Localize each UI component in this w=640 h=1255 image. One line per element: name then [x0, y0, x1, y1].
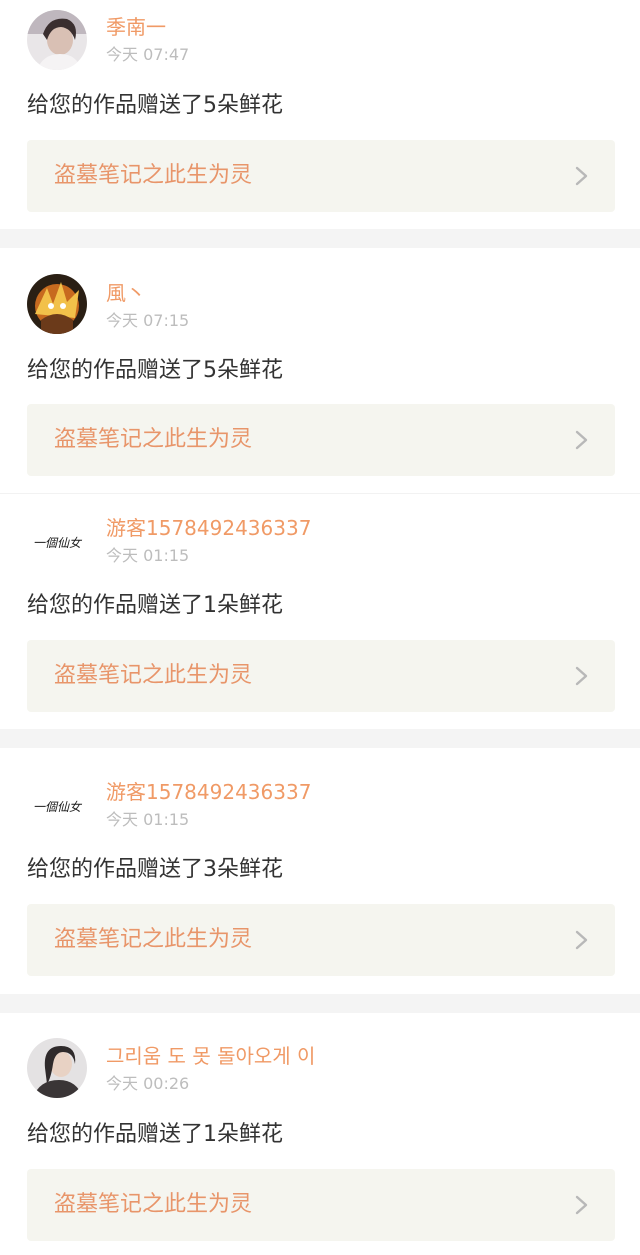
notification-card: 風丶 今天 07:15 给您的作品赠送了5朵鲜花 盗墓笔记之此生为灵: [0, 248, 640, 493]
timestamp: 今天 01:15: [106, 810, 190, 829]
gift-message: 给您的作品赠送了1朵鲜花: [27, 593, 283, 618]
username[interactable]: 游客1578492436337: [106, 779, 311, 805]
avatar[interactable]: 一個仙女: [27, 776, 87, 836]
gift-message: 给您的作品赠送了3朵鲜花: [27, 857, 283, 882]
gift-message: 给您的作品赠送了1朵鲜花: [27, 1122, 283, 1147]
work-title: 盗墓笔记之此生为灵: [54, 663, 253, 688]
username[interactable]: 游客1578492436337: [106, 515, 311, 541]
avatar-calligraphy-text: 一個仙女: [33, 536, 83, 550]
calligraphy-avatar-icon: 一個仙女: [27, 512, 87, 572]
work-link[interactable]: 盗墓笔记之此生为灵: [27, 404, 615, 476]
chevron-right-icon: [575, 430, 588, 450]
gift-message: 给您的作品赠送了5朵鲜花: [27, 358, 283, 383]
chevron-right-icon: [575, 930, 588, 950]
avatar[interactable]: [27, 10, 87, 70]
username[interactable]: 그리움 도 못 돌아오게 이: [106, 1043, 315, 1069]
work-title: 盗墓笔记之此生为灵: [54, 427, 253, 452]
work-title: 盗墓笔记之此生为灵: [54, 927, 253, 952]
work-link[interactable]: 盗墓笔记之此生为灵: [27, 640, 615, 712]
user-photo-icon: [27, 10, 87, 70]
avatar[interactable]: [27, 274, 87, 334]
timestamp: 今天 01:15: [106, 546, 190, 565]
notification-list: 季南一 今天 07:47 给您的作品赠送了5朵鲜花 盗墓笔记之此生为灵 風丶 今…: [0, 0, 640, 1255]
user-photo-icon: [27, 1038, 87, 1098]
notification-card: 一個仙女 游客1578492436337 今天 01:15 给您的作品赠送了1朵…: [0, 494, 640, 729]
work-link[interactable]: 盗墓笔记之此生为灵: [27, 140, 615, 212]
section-gap: [0, 729, 640, 748]
work-link[interactable]: 盗墓笔记之此生为灵: [27, 1169, 615, 1241]
username[interactable]: 風丶: [106, 280, 146, 306]
avatar-calligraphy-text: 一個仙女: [33, 800, 83, 814]
calligraphy-avatar-icon: 一個仙女: [27, 776, 87, 836]
section-gap: [0, 229, 640, 248]
chevron-right-icon: [575, 166, 588, 186]
timestamp: 今天 07:15: [106, 311, 190, 330]
chevron-right-icon: [575, 666, 588, 686]
avatar[interactable]: [27, 1038, 87, 1098]
chevron-right-icon: [575, 1195, 588, 1215]
anime-character-icon: [27, 274, 87, 334]
section-gap: [0, 994, 640, 1013]
timestamp: 今天 00:26: [106, 1074, 190, 1093]
notification-card: 季南一 今天 07:47 给您的作品赠送了5朵鲜花 盗墓笔记之此生为灵: [0, 0, 640, 229]
timestamp: 今天 07:47: [106, 45, 190, 64]
work-title: 盗墓笔记之此生为灵: [54, 1192, 253, 1217]
avatar[interactable]: 一個仙女: [27, 512, 87, 572]
work-title: 盗墓笔记之此生为灵: [54, 163, 253, 188]
username[interactable]: 季南一: [106, 14, 166, 40]
work-link[interactable]: 盗墓笔记之此生为灵: [27, 904, 615, 976]
gift-message: 给您的作品赠送了5朵鲜花: [27, 93, 283, 118]
notification-card: 그리움 도 못 돌아오게 이 今天 00:26 给您的作品赠送了1朵鲜花 盗墓笔…: [0, 1013, 640, 1255]
notification-card: 一個仙女 游客1578492436337 今天 01:15 给您的作品赠送了3朵…: [0, 748, 640, 994]
